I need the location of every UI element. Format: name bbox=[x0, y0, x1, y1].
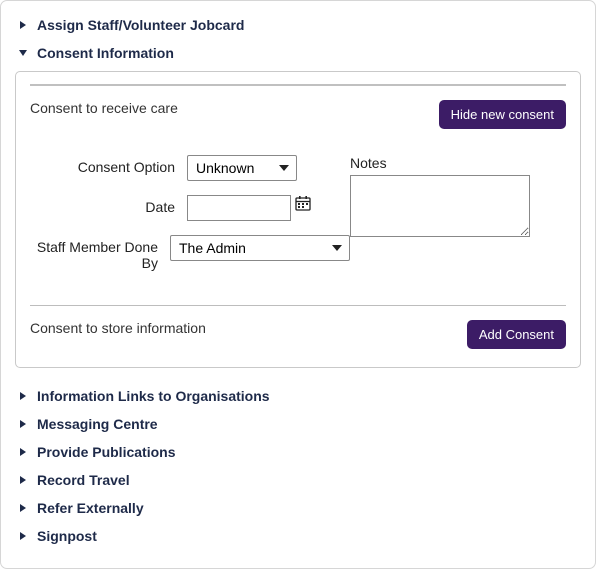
consent-option-select[interactable]: Unknown bbox=[187, 155, 297, 181]
accordion-consent-info[interactable]: Consent Information bbox=[13, 39, 583, 67]
add-consent-button[interactable]: Add Consent bbox=[467, 320, 566, 349]
hide-new-consent-button[interactable]: Hide new consent bbox=[439, 100, 566, 129]
accordion-assign-staff[interactable]: Assign Staff/Volunteer Jobcard bbox=[13, 11, 583, 39]
accordion-record-travel[interactable]: Record Travel bbox=[13, 466, 583, 494]
staff-done-by-field: Staff Member Done By The Admin bbox=[30, 235, 350, 271]
chevron-right-icon bbox=[15, 388, 31, 404]
chevron-down-icon bbox=[15, 45, 31, 61]
accordion-refer-externally[interactable]: Refer Externally bbox=[13, 494, 583, 522]
consent-option-field: Consent Option Unknown bbox=[30, 155, 350, 181]
chevron-right-icon bbox=[15, 472, 31, 488]
chevron-right-icon bbox=[15, 444, 31, 460]
notes-textarea[interactable] bbox=[350, 175, 530, 237]
accordion-label: Refer Externally bbox=[37, 500, 144, 516]
accordion-signpost[interactable]: Signpost bbox=[13, 522, 583, 550]
field-label: Staff Member Done By bbox=[30, 235, 170, 271]
accordion-publications[interactable]: Provide Publications bbox=[13, 438, 583, 466]
section-title: Consent to store information bbox=[30, 320, 206, 336]
section-divider bbox=[30, 305, 566, 306]
panel-rule bbox=[30, 84, 566, 86]
date-field: Date bbox=[30, 195, 350, 221]
field-label: Consent Option bbox=[30, 155, 187, 175]
consent-panel: Consent to receive care Hide new consent… bbox=[15, 71, 581, 368]
main-panel: Assign Staff/Volunteer Jobcard Consent I… bbox=[0, 0, 596, 569]
accordion-messaging[interactable]: Messaging Centre bbox=[13, 410, 583, 438]
accordion-label: Consent Information bbox=[37, 45, 174, 61]
accordion-info-links[interactable]: Information Links to Organisations bbox=[13, 382, 583, 410]
accordion-label: Record Travel bbox=[37, 472, 130, 488]
chevron-right-icon bbox=[15, 500, 31, 516]
consent-form: Consent Option Unknown Date bbox=[30, 155, 566, 285]
staff-done-by-select[interactable]: The Admin bbox=[170, 235, 350, 261]
accordion-label: Signpost bbox=[37, 528, 97, 544]
chevron-right-icon bbox=[15, 528, 31, 544]
consent-receive-care-row: Consent to receive care Hide new consent bbox=[30, 100, 566, 129]
accordion-label: Information Links to Organisations bbox=[37, 388, 270, 404]
notes-label: Notes bbox=[350, 155, 566, 171]
chevron-right-icon bbox=[15, 416, 31, 432]
consent-store-info-row: Consent to store information Add Consent bbox=[30, 320, 566, 349]
accordion-label: Provide Publications bbox=[37, 444, 175, 460]
accordion-label: Assign Staff/Volunteer Jobcard bbox=[37, 17, 244, 33]
date-input[interactable] bbox=[187, 195, 291, 221]
section-title: Consent to receive care bbox=[30, 100, 178, 116]
accordion-label: Messaging Centre bbox=[37, 416, 158, 432]
calendar-icon[interactable] bbox=[295, 195, 311, 211]
chevron-right-icon bbox=[15, 17, 31, 33]
field-label: Date bbox=[30, 195, 187, 215]
